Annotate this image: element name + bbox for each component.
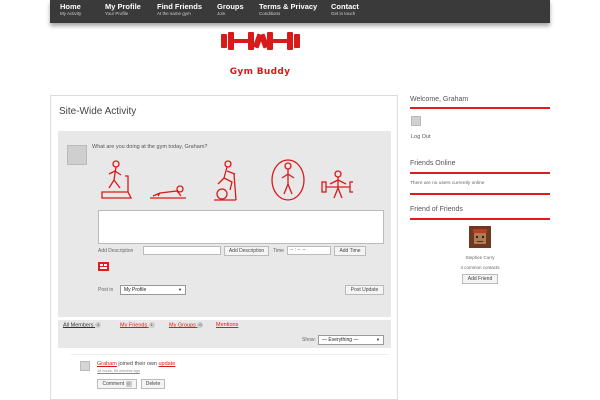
nav-home-label: Home: [60, 2, 81, 11]
top-nav: Home My Activity My Profile Your Profile…: [50, 0, 550, 23]
plank-icon[interactable]: [150, 185, 186, 199]
add-description-label: Add Description: [98, 248, 134, 254]
activity-textarea[interactable]: [98, 210, 384, 244]
nav-contact-label: Contact: [331, 2, 359, 11]
nav-groups-sub: Join: [217, 11, 226, 16]
nav-contact[interactable]: Contact Get in touch: [331, 3, 359, 17]
show-label: Show:: [302, 337, 316, 343]
nav-my-profile-label: My Profile: [105, 2, 141, 11]
nav-home-sub: My Activity: [60, 11, 82, 16]
sidebar-divider: [410, 218, 550, 220]
activity-panel: Site-Wide Activity What are you doing at…: [50, 95, 398, 400]
activity-user-link[interactable]: Graham: [97, 361, 117, 367]
sidebar-divider: [410, 172, 550, 174]
sidebar-divider: [410, 107, 550, 109]
friends-online-title: Friends Online: [410, 160, 456, 167]
post-in-select[interactable]: My Profile ▼: [120, 285, 186, 295]
post-update-button[interactable]: Post Update: [345, 285, 384, 295]
add-description-button[interactable]: Add Description: [224, 246, 269, 256]
activity-filter-value: — Everything —: [322, 337, 359, 343]
nav-terms-privacy[interactable]: Terms & Privacy Conditions: [259, 3, 317, 17]
nav-groups-label: Groups: [217, 2, 244, 11]
activity-update-link[interactable]: update: [158, 361, 175, 367]
description-input[interactable]: [143, 246, 221, 255]
whats-new-prompt: What are you doing at the gym today, Gra…: [92, 144, 208, 150]
weightlifting-icon[interactable]: [321, 170, 353, 199]
nav-contact-sub: Get in touch: [331, 11, 356, 16]
tab-my-friends-count: 1: [148, 322, 155, 328]
site-logo[interactable]: Gym Buddy: [215, 30, 305, 80]
treadmill-icon[interactable]: [101, 160, 133, 199]
tab-my-friends[interactable]: My Friends 1: [120, 322, 155, 328]
tab-all-members-count: 4: [95, 322, 102, 328]
barbell-logo-icon: [221, 32, 300, 50]
logo-text: Gym Buddy: [229, 67, 291, 77]
time-label: Time: [273, 248, 284, 254]
page-title: Site-Wide Activity: [59, 106, 137, 117]
time-input[interactable]: -- : -- --: [287, 246, 331, 255]
sidebar-avatar[interactable]: [411, 116, 421, 126]
jump-rope-icon[interactable]: [271, 159, 305, 201]
activity-text: Graham joined their own update: [97, 361, 175, 367]
activity-timestamp[interactable]: 16 hours, 54 minutes ago: [97, 369, 140, 373]
workout-icons: [101, 159, 353, 201]
tab-all-members[interactable]: All Members 4: [63, 322, 102, 329]
add-friend-button[interactable]: Add Friend: [462, 274, 498, 284]
post-in-label: Post in: [98, 287, 114, 293]
activity-filter-select[interactable]: — Everything — ▼: [318, 335, 384, 345]
friends-online-note: There are no users currently online: [410, 181, 485, 186]
activity-item: Graham joined their own update 16 hours,…: [71, 354, 389, 396]
tab-all-members-label: All Members: [63, 322, 94, 329]
friend-avatar[interactable]: [469, 226, 491, 248]
post-in-value: My Profile: [124, 287, 147, 293]
nav-find-friends[interactable]: Find Friends At the same gym: [157, 3, 202, 17]
tab-mentions-label: Mentions: [216, 322, 239, 328]
tab-my-groups-label: My Groups: [169, 322, 196, 329]
user-avatar[interactable]: [67, 145, 87, 165]
tab-my-groups[interactable]: My Groups 0: [169, 322, 204, 329]
comment-label: Comment: [102, 381, 125, 387]
chevron-down-icon: ▼: [376, 337, 380, 342]
activity-avatar[interactable]: [80, 361, 90, 371]
sidebar-divider: [410, 193, 550, 195]
tab-my-friends-label: My Friends: [120, 322, 148, 329]
delete-button[interactable]: Delete: [141, 379, 165, 389]
nav-groups[interactable]: Groups Join: [217, 3, 244, 17]
exercise-bike-icon[interactable]: [214, 160, 237, 201]
add-time-button[interactable]: Add Time: [334, 246, 366, 256]
whats-new-form: What are you doing at the gym today, Gra…: [58, 131, 391, 317]
media-upload-icon[interactable]: [98, 262, 109, 271]
comment-count: 0: [125, 380, 132, 387]
nav-find-friends-sub: At the same gym: [157, 11, 191, 16]
nav-terms-privacy-sub: Conditions: [259, 11, 281, 16]
logout-link[interactable]: Log Out: [411, 134, 431, 140]
nav-my-profile-sub: Your Profile: [105, 11, 129, 16]
tab-my-groups-count: 0: [197, 322, 204, 328]
nav-home[interactable]: Home My Activity: [60, 3, 81, 17]
tab-mentions[interactable]: Mentions: [216, 322, 238, 328]
comment-button[interactable]: Comment 0: [97, 379, 137, 389]
activity-action: joined their own: [116, 361, 159, 367]
chevron-down-icon: ▼: [178, 287, 182, 292]
nav-my-profile[interactable]: My Profile Your Profile: [105, 3, 141, 17]
fof-common-contacts: 4 common contacts: [460, 265, 500, 270]
filter-row: Show: — Everything — ▼: [58, 332, 391, 348]
welcome-title: Welcome, Graham: [410, 96, 469, 103]
nav-find-friends-label: Find Friends: [157, 2, 202, 11]
fof-name[interactable]: Stephen Curry: [440, 255, 520, 260]
nav-terms-privacy-label: Terms & Privacy: [259, 2, 318, 11]
activity-tabs: All Members 4 My Friends 1 My Groups 0 M…: [58, 320, 391, 332]
fof-title: Friend of Friends: [410, 206, 463, 213]
